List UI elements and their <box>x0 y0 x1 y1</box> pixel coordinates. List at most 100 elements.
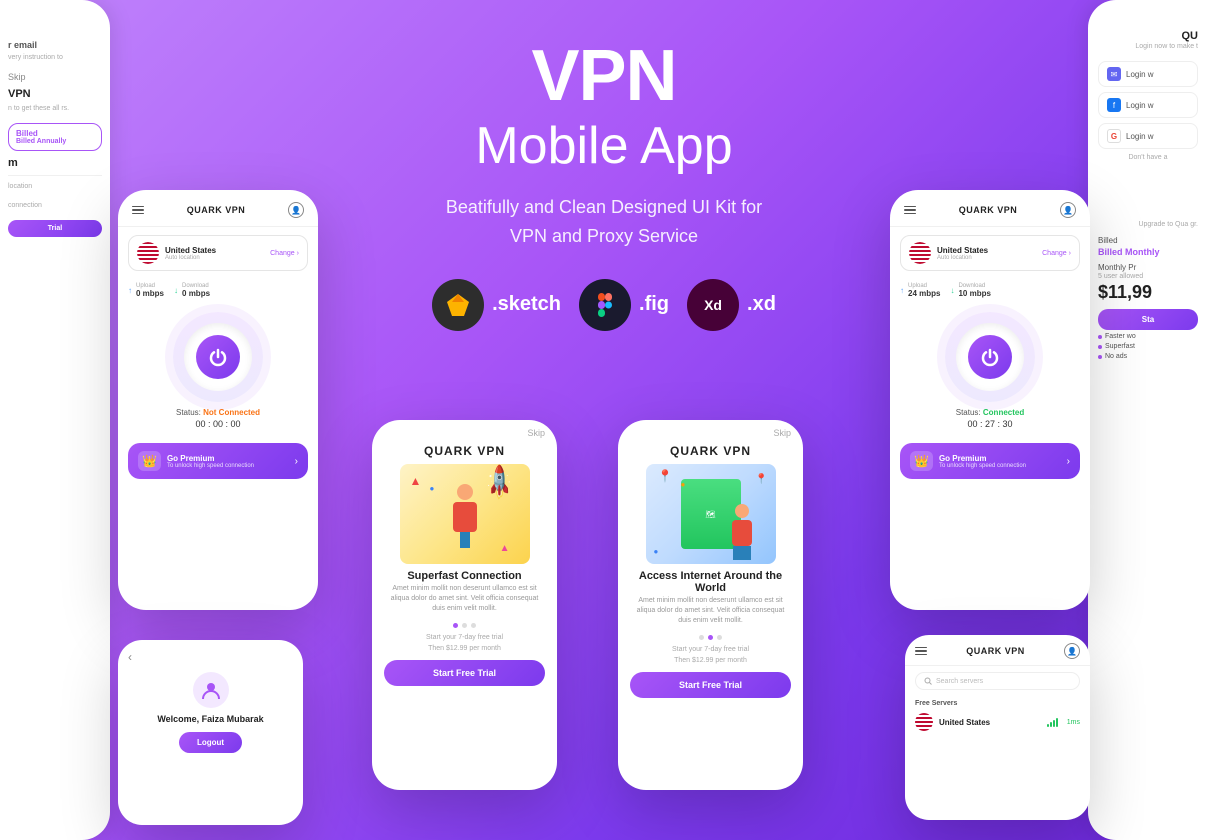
server-flag <box>915 713 933 731</box>
onboard-phone-1: Skip QUARK VPN 🚀 ▲ ▲ ● Superfast Connect… <box>372 420 557 790</box>
server-item[interactable]: United States 1ms <box>905 709 1090 735</box>
location-bar-left[interactable]: United States Auto location Change › <box>128 235 308 271</box>
chevron-right-icon: › <box>297 250 299 257</box>
user-icon-right[interactable]: 👤 <box>1060 202 1076 218</box>
sketch-label: .sketch <box>492 293 561 316</box>
change-btn-right[interactable]: Change › <box>1042 250 1071 257</box>
vpn-power-btn-left[interactable] <box>196 335 240 379</box>
premium-left: 👑 Go Premium To unlock high speed connec… <box>138 451 254 471</box>
hamburger-icon[interactable] <box>132 206 144 215</box>
login-email-btn[interactable]: ✉ Login w <box>1098 61 1198 87</box>
hamburger-icon-right[interactable] <box>904 206 916 215</box>
search-placeholder: Search servers <box>936 678 983 685</box>
ping-bar-1 <box>1047 724 1049 727</box>
premium-text-right: Go Premium To unlock high speed connecti… <box>939 454 1026 469</box>
change-btn-left[interactable]: Change › <box>270 250 299 257</box>
free-servers-label: Free Servers <box>905 696 1090 709</box>
partial-connection: connection <box>8 201 102 210</box>
menu-line <box>132 209 144 211</box>
login-google-btn[interactable]: G Login w <box>1098 123 1198 149</box>
phone-connected: QUARK VPN 👤 United States Auto location … <box>890 190 1090 610</box>
upload-val: 0 mbps <box>136 289 164 298</box>
chevron-right-icon: › <box>1069 250 1071 257</box>
upload-item-right: ↑ Upload 24 mbps <box>900 283 940 298</box>
location-info-right: United States Auto location <box>937 246 1036 261</box>
phone-servers: QUARK VPN 👤 Search servers Free Servers … <box>905 635 1090 820</box>
trial-line1-2: Start your 7-day free trial <box>618 644 803 655</box>
dot <box>471 623 476 628</box>
vpn-circle-right: Status: Connected 00 : 27 : 30 <box>890 304 1090 435</box>
phone-brand-left: QUARK VPN <box>187 205 246 215</box>
search-bar[interactable]: Search servers <box>915 672 1080 690</box>
status-value-left: Not Connected <box>203 408 260 417</box>
feature-2: Superfast <box>1098 343 1198 350</box>
ping-bar-2 <box>1050 722 1052 727</box>
login-fb-btn[interactable]: f Login w <box>1098 92 1198 118</box>
users-label: 5 user allowed <box>1098 273 1198 280</box>
onboard-title-1: Superfast Connection <box>372 564 557 584</box>
xd-label: .xd <box>747 293 776 316</box>
ping-bar <box>1047 717 1058 727</box>
billed-label: Billed <box>1098 236 1198 245</box>
hero-desc-line1: Beatifully and Clean Designed UI Kit for <box>446 197 762 217</box>
email-label: r email <box>8 40 102 50</box>
monthly-label: Monthly Pr <box>1098 263 1198 272</box>
format-badges: .sketch .fig Xd .xd <box>432 279 776 331</box>
vpn-label: VPN <box>8 88 102 100</box>
premium-btn-right[interactable]: 👑 Go Premium To unlock high speed connec… <box>900 443 1080 479</box>
ping-bar-4 <box>1056 718 1058 727</box>
us-flag-right <box>909 242 931 264</box>
premium-btn-left[interactable]: 👑 Go Premium To unlock high speed connec… <box>128 443 308 479</box>
billed-value: Billed <box>16 129 94 138</box>
download-item-right: ↓ Download 10 mbps <box>950 283 990 298</box>
start-free-btn-1[interactable]: Start Free Trial <box>384 660 545 686</box>
login-google-label: Login w <box>1126 132 1154 141</box>
country-name-right: United States <box>937 246 1036 255</box>
user-icon-left[interactable]: 👤 <box>288 202 304 218</box>
premium-sub-left: To unlock high speed connection <box>167 463 254 469</box>
facebook-icon: f <box>1107 98 1121 112</box>
phone-header-left: QUARK VPN 👤 <box>118 190 318 227</box>
servers-content: QUARK VPN 👤 Search servers Free Servers … <box>905 635 1090 820</box>
hamburger-icon-servers[interactable] <box>915 647 927 656</box>
start-button[interactable]: Sta <box>1098 309 1198 330</box>
billing-card[interactable]: Billed Billed Annually <box>8 123 102 151</box>
search-icon <box>924 677 932 685</box>
auto-location-left: Auto location <box>165 255 264 261</box>
dot <box>699 635 704 640</box>
partial-right-panel: QU Login now to make t ✉ Login w f Login… <box>1088 0 1208 840</box>
partial-right-title: QU <box>1098 30 1198 42</box>
onboard-header-1: Skip <box>372 420 557 442</box>
billed-period: Billed Annually <box>16 138 94 145</box>
menu-line <box>915 647 927 649</box>
price-display: $11,99 <box>1098 282 1198 303</box>
partial-trial-btn[interactable]: Trial <box>8 220 102 237</box>
logout-btn[interactable]: Logout <box>179 732 242 753</box>
premium-title-right: Go Premium <box>939 454 1026 463</box>
location-info-left: United States Auto location <box>165 246 264 261</box>
vpn-power-btn-right[interactable] <box>968 335 1012 379</box>
servers-header: QUARK VPN 👤 <box>905 635 1090 666</box>
back-btn[interactable]: ‹ <box>128 650 132 664</box>
skip-label[interactable]: Skip <box>8 72 102 82</box>
user-icon-servers[interactable]: 👤 <box>1064 643 1080 659</box>
welcome-content: ‹ Welcome, Faiza Mubarak Logout <box>118 640 303 825</box>
mail-icon: ✉ <box>1107 67 1121 81</box>
download-val: 0 mbps <box>182 289 210 298</box>
status-value-right: Connected <box>983 408 1024 417</box>
email-desc: very instruction to <box>8 53 102 62</box>
trial-line2-2: Then $12.99 per month <box>618 655 803 666</box>
partial-left-panel: r email very instruction to Skip VPN n t… <box>0 0 110 840</box>
timer-left: 00 : 00 : 00 <box>195 419 240 429</box>
skip-btn-2[interactable]: Skip <box>773 428 791 438</box>
location-bar-right[interactable]: United States Auto location Change › <box>900 235 1080 271</box>
dots-row-1 <box>372 619 557 632</box>
xd-badge: Xd .xd <box>687 279 776 331</box>
skip-btn-1[interactable]: Skip <box>527 428 545 438</box>
vpn-sub: n to get these all rs. <box>8 104 102 113</box>
welcome-text: Welcome, Faiza Mubarak <box>157 714 263 724</box>
start-free-btn-2[interactable]: Start Free Trial <box>630 672 791 698</box>
server-ping: 1ms <box>1067 719 1080 726</box>
dot <box>717 635 722 640</box>
figma-icon <box>579 279 631 331</box>
